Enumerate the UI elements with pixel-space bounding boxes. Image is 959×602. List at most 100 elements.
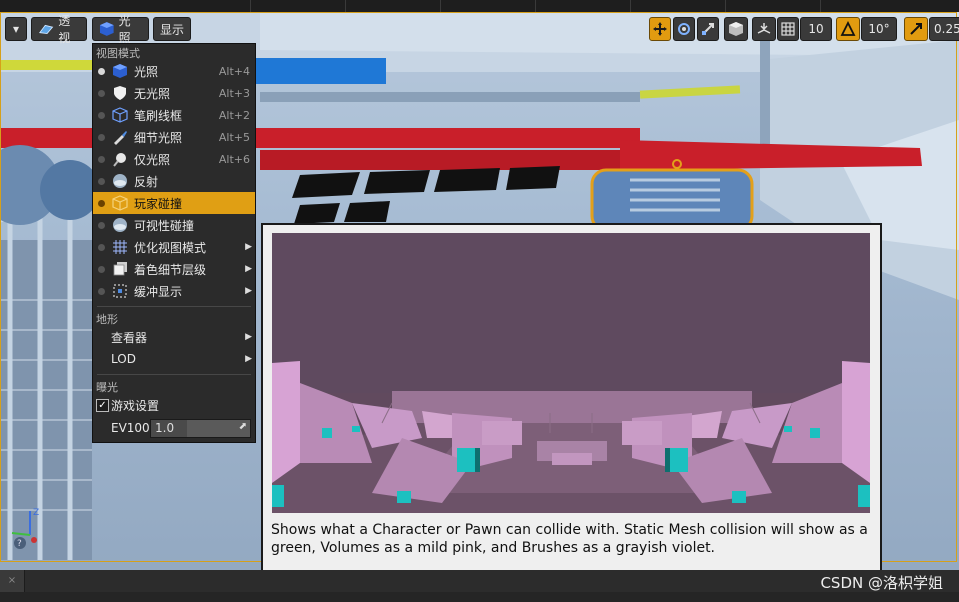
translate-mode-button[interactable] <box>649 17 671 41</box>
rotate-mode-button[interactable] <box>673 17 695 41</box>
grid-snap-value[interactable]: 10 <box>800 17 832 41</box>
menu-item-label: 光照 <box>134 64 159 79</box>
move-arrows-icon <box>653 22 667 36</box>
scale-mode-button[interactable] <box>697 17 719 41</box>
viewport-options-button[interactable]: ▾ <box>5 17 27 41</box>
show-button[interactable]: 显示 <box>153 17 191 41</box>
perspective-label: 透视 <box>58 14 71 45</box>
tooltip-description: Shows what a Character or Pawn can colli… <box>271 522 868 556</box>
menu-item-label: 仅光照 <box>134 152 171 167</box>
scale-snap-toggle[interactable] <box>904 17 928 41</box>
menu-divider <box>97 374 251 375</box>
radio-dot-icon <box>98 178 105 185</box>
rotation-snap-value[interactable]: 10° <box>861 17 897 41</box>
menu-item-label: 玩家碰撞 <box>134 196 183 211</box>
radio-dot-icon <box>98 112 105 119</box>
unlit-shield-icon <box>114 86 126 100</box>
coordinate-system-button[interactable] <box>724 17 748 41</box>
radio-dot-icon <box>98 200 105 207</box>
radio-dot-icon <box>98 288 105 295</box>
radio-dot-icon <box>98 68 105 75</box>
rotation-snap-toggle[interactable] <box>836 17 860 41</box>
watermark-text: CSDN @洛枳学姐 <box>820 574 943 592</box>
rotate-icon <box>678 23 690 35</box>
rotation-snap-value-text: 10° <box>868 22 890 36</box>
menu-item-shortcut: Alt+3 <box>218 86 250 100</box>
detail-lighting-icon <box>114 131 127 145</box>
scale-snap-value[interactable]: 0.25 <box>929 17 959 41</box>
submenu-arrow-icon: ▶ <box>245 264 252 274</box>
menu-item-shading-lod[interactable]: 着色细节层级 ▶ <box>93 258 255 280</box>
lighting-only-icon <box>113 153 126 167</box>
menu-item-lod[interactable]: LOD ▶ <box>93 348 255 370</box>
submenu-arrow-icon: ▶ <box>245 354 252 364</box>
menu-item-visibility-collision[interactable]: 可视性碰撞 <box>93 214 255 236</box>
submenu-arrow-icon: ▶ <box>245 286 252 296</box>
world-cube-icon <box>729 22 743 36</box>
menu-item-label: 着色细节层级 <box>134 262 207 277</box>
perspective-button[interactable]: 透视 <box>31 14 87 45</box>
lit-cube-icon <box>113 64 127 78</box>
scale-snap-value-text: 0.25 <box>934 22 959 36</box>
menu-item-optimization-viewmodes[interactable]: 优化视图模式 ▶ <box>93 236 255 258</box>
angle-icon <box>840 21 856 36</box>
radio-dot-icon <box>98 90 105 97</box>
menu-item-lit[interactable]: 光照 Alt+4 <box>93 60 255 82</box>
close-tab-icon[interactable]: × <box>0 570 25 592</box>
menu-item-shortcut: Alt+4 <box>218 64 250 78</box>
grid-snap-value-text: 10 <box>808 22 824 36</box>
grid-snap-toggle[interactable] <box>777 17 799 41</box>
scale-icon <box>702 23 714 35</box>
surface-snap-icon <box>757 23 771 34</box>
menu-item-detail-lighting[interactable]: 细节光照 Alt+5 <box>93 126 255 148</box>
menu-item-shortcut: Alt+6 <box>218 152 250 166</box>
radio-dot-icon <box>98 222 105 229</box>
menu-item-label: 优化视图模式 <box>134 240 207 255</box>
landscape-section-header: 地形 <box>96 313 118 326</box>
surface-snap-button[interactable] <box>752 17 776 41</box>
view-mode-menu: 视图模式 光照 Alt+4 无光照 Alt+3 笔刷线框 Alt+2 细节光照 … <box>92 43 256 443</box>
player-collision-preview-image <box>272 233 870 513</box>
visibility-collision-icon <box>113 218 127 232</box>
submenu-arrow-icon: ▶ <box>245 332 252 342</box>
radio-dot-icon <box>98 244 105 251</box>
view-mode-button[interactable]: 光照 <box>92 14 149 45</box>
grid-icon <box>781 22 795 36</box>
ev100-spinbox[interactable]: 1.0 ⬈ <box>150 419 251 438</box>
wireframe-cube-icon <box>112 107 128 123</box>
reflection-sphere-icon <box>113 174 127 188</box>
menu-item-label: 无光照 <box>134 86 171 101</box>
perspective-icon <box>38 24 54 35</box>
menu-item-shortcut: Alt+5 <box>218 130 250 144</box>
buffer-visualization-icon <box>113 284 127 298</box>
menu-item-label: 缓冲显示 <box>134 284 183 299</box>
player-collision-icon <box>112 195 128 211</box>
menu-item-unlit[interactable]: 无光照 Alt+3 <box>93 82 255 104</box>
lit-cube-icon <box>99 22 114 36</box>
menu-item-label: 游戏设置 <box>111 398 160 413</box>
radio-dot-icon <box>98 134 105 141</box>
menu-item-viewer[interactable]: 查看器 ▶ <box>93 326 255 348</box>
menu-item-label: 反射 <box>134 174 159 189</box>
menu-item-buffer-visualization[interactable]: 缓冲显示 ▶ <box>93 280 255 302</box>
top-tab-strip <box>0 0 959 12</box>
submenu-arrow-icon: ▶ <box>245 242 252 252</box>
show-label: 显示 <box>160 22 185 37</box>
resize-corner-icon: ⬈ <box>238 421 247 432</box>
menu-item-label: 细节光照 <box>134 130 183 145</box>
menu-item-brush-wireframe[interactable]: 笔刷线框 Alt+2 <box>93 104 255 126</box>
view-mode-label: 光照 <box>118 14 131 45</box>
radio-dot-icon <box>98 266 105 273</box>
scale-snap-icon <box>910 23 922 35</box>
menu-item-game-settings[interactable]: ✓ 游戏设置 <box>93 394 255 416</box>
view-mode-tooltip: Shows what a Character or Pawn can colli… <box>261 223 882 574</box>
menu-divider <box>97 306 251 307</box>
menu-item-player-collision[interactable]: 玩家碰撞 <box>93 192 255 214</box>
menu-item-label: 笔刷线框 <box>134 108 183 123</box>
ev100-value: 1.0 <box>155 421 175 435</box>
menu-item-lighting-only[interactable]: 仅光照 Alt+6 <box>93 148 255 170</box>
radio-dot-icon <box>98 156 105 163</box>
menu-item-reflections[interactable]: 反射 <box>93 170 255 192</box>
checkbox-checked-icon[interactable]: ✓ <box>96 399 109 412</box>
exposure-section-header: 曝光 <box>96 381 118 394</box>
